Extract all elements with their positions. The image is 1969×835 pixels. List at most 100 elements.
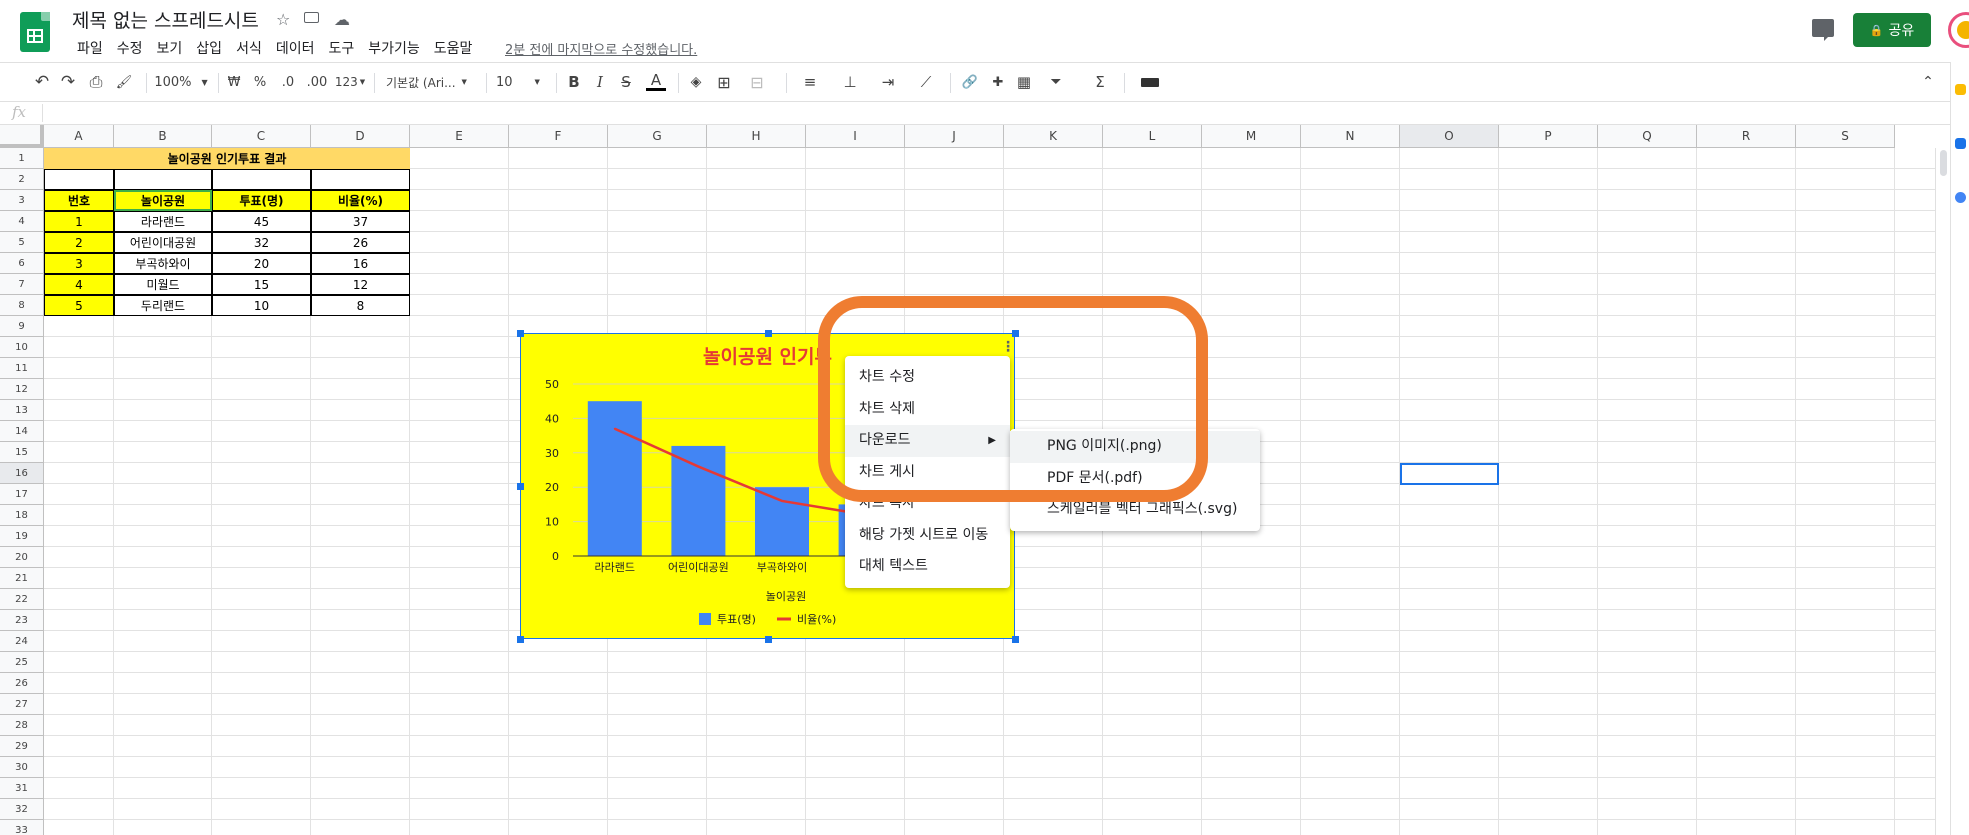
- insert-comment-icon[interactable]: ✚: [988, 71, 1008, 93]
- column-header-m[interactable]: M: [1202, 125, 1301, 148]
- select-all-corner[interactable]: [0, 125, 44, 148]
- vertical-align-icon[interactable]: ⊥: [836, 71, 864, 93]
- strikethrough-button[interactable]: S: [618, 71, 634, 93]
- row-header-7[interactable]: 7: [0, 274, 44, 295]
- cloud-status-icon[interactable]: ☁: [334, 10, 350, 29]
- table-cell[interactable]: 부곡하와이: [114, 253, 212, 274]
- column-header-p[interactable]: P: [1499, 125, 1598, 148]
- table-header-cell[interactable]: 번호: [44, 190, 114, 211]
- menu-item-2[interactable]: 보기: [150, 38, 190, 60]
- borders-icon[interactable]: ⊞: [714, 71, 734, 93]
- row-header-17[interactable]: 17: [0, 484, 44, 505]
- chart-resize-handle[interactable]: [764, 636, 772, 643]
- filter-icon[interactable]: ⏷: [1042, 71, 1070, 93]
- menu-item-1[interactable]: 수정: [110, 38, 150, 60]
- column-header-q[interactable]: Q: [1598, 125, 1697, 148]
- column-header-n[interactable]: N: [1301, 125, 1400, 148]
- decrease-decimal-button[interactable]: .0: [278, 71, 298, 93]
- table-cell[interactable]: 2: [44, 232, 114, 253]
- star-icon[interactable]: ☆: [276, 10, 290, 29]
- column-header-a[interactable]: A: [44, 125, 114, 148]
- chart-resize-handle[interactable]: [517, 483, 524, 490]
- table-cell[interactable]: 두리랜드: [114, 295, 212, 316]
- row-header-23[interactable]: 23: [0, 610, 44, 631]
- more-formats-button[interactable]: 123 ▼: [334, 71, 366, 93]
- keep-icon[interactable]: [1955, 84, 1966, 95]
- column-header-b[interactable]: B: [114, 125, 212, 148]
- row-header-18[interactable]: 18: [0, 505, 44, 526]
- functions-icon[interactable]: Σ: [1086, 71, 1114, 93]
- row-header-12[interactable]: 12: [0, 379, 44, 400]
- column-header-d[interactable]: D: [311, 125, 410, 148]
- row-header-15[interactable]: 15: [0, 442, 44, 463]
- table-header-cell[interactable]: 투표(명): [212, 190, 311, 211]
- share-button[interactable]: 🔒 공유: [1853, 13, 1931, 47]
- table-cell[interactable]: 5: [44, 295, 114, 316]
- column-header-o[interactable]: O: [1400, 125, 1499, 148]
- column-header-g[interactable]: G: [608, 125, 707, 148]
- row-header-14[interactable]: 14: [0, 421, 44, 442]
- row-header-5[interactable]: 5: [0, 232, 44, 253]
- menu-item-5[interactable]: 데이터: [269, 38, 322, 60]
- menu-item-3[interactable]: 삽입: [189, 38, 229, 60]
- formula-input[interactable]: [50, 102, 1930, 124]
- redo-icon[interactable]: ↷: [58, 71, 78, 93]
- row-header-16[interactable]: 16: [0, 463, 44, 484]
- row-header-1[interactable]: 1: [0, 148, 44, 169]
- avatar[interactable]: [1948, 12, 1969, 48]
- column-header-c[interactable]: C: [212, 125, 311, 148]
- row-header-3[interactable]: 3: [0, 190, 44, 211]
- insert-chart-icon[interactable]: ▦: [1014, 71, 1034, 93]
- table-cell[interactable]: 32: [212, 232, 311, 253]
- empty-cell[interactable]: [114, 169, 212, 190]
- insert-link-icon[interactable]: 🔗: [960, 71, 980, 93]
- column-header-l[interactable]: L: [1103, 125, 1202, 148]
- row-header-2[interactable]: 2: [0, 169, 44, 190]
- table-cell[interactable]: 라라랜드: [114, 211, 212, 232]
- table-cell[interactable]: 3: [44, 253, 114, 274]
- comment-history-icon[interactable]: [1812, 19, 1834, 41]
- chart-menu-item-5[interactable]: 해당 가젯 시트로 이동: [845, 520, 1010, 552]
- column-header-h[interactable]: H: [707, 125, 806, 148]
- contacts-icon[interactable]: [1955, 192, 1966, 203]
- text-color-button[interactable]: A: [646, 71, 666, 91]
- empty-cell[interactable]: [212, 169, 311, 190]
- italic-button[interactable]: I: [592, 71, 608, 93]
- vertical-scrollbar[interactable]: [1935, 148, 1950, 835]
- percent-format-button[interactable]: %: [252, 71, 268, 93]
- table-cell[interactable]: 어린이대공원: [114, 232, 212, 253]
- row-header-31[interactable]: 31: [0, 778, 44, 799]
- column-header-e[interactable]: E: [410, 125, 509, 148]
- empty-cell[interactable]: [311, 169, 410, 190]
- table-cell[interactable]: 12: [311, 274, 410, 295]
- row-header-25[interactable]: 25: [0, 652, 44, 673]
- table-cell[interactable]: 20: [212, 253, 311, 274]
- collapse-menus-icon[interactable]: ⌃: [1918, 71, 1938, 93]
- row-header-10[interactable]: 10: [0, 337, 44, 358]
- table-cell[interactable]: 1: [44, 211, 114, 232]
- table-cell[interactable]: 45: [212, 211, 311, 232]
- menu-item-0[interactable]: 파일: [70, 38, 110, 60]
- chart-resize-handle[interactable]: [517, 636, 524, 643]
- empty-cell[interactable]: [44, 169, 114, 190]
- table-header-cell[interactable]: 비율(%): [311, 190, 410, 211]
- zoom-select[interactable]: 100% ▼: [154, 71, 207, 93]
- scrollbar-thumb[interactable]: [1940, 150, 1947, 176]
- tasks-icon[interactable]: [1955, 138, 1966, 149]
- row-header-6[interactable]: 6: [0, 253, 44, 274]
- font-select[interactable]: 기본값 (Ari... ▼: [386, 71, 478, 93]
- text-wrap-icon[interactable]: ⇥: [874, 71, 902, 93]
- last-edit-link[interactable]: 2분 전에 마지막으로 수정했습니다.: [505, 39, 697, 58]
- menu-item-7[interactable]: 부가기능: [361, 38, 427, 60]
- row-header-19[interactable]: 19: [0, 526, 44, 547]
- move-folder-icon[interactable]: [304, 12, 319, 23]
- menu-item-4[interactable]: 서식: [229, 38, 269, 60]
- table-cell[interactable]: 15: [212, 274, 311, 295]
- table-cell[interactable]: 37: [311, 211, 410, 232]
- paint-format-icon[interactable]: 🖌: [114, 71, 134, 93]
- sheet-title-cell[interactable]: 놀이공원 인기투표 결과: [44, 148, 410, 169]
- table-cell[interactable]: 미월드: [114, 274, 212, 295]
- font-size-select[interactable]: 10 ▼: [496, 71, 548, 93]
- table-cell[interactable]: 16: [311, 253, 410, 274]
- row-header-21[interactable]: 21: [0, 568, 44, 589]
